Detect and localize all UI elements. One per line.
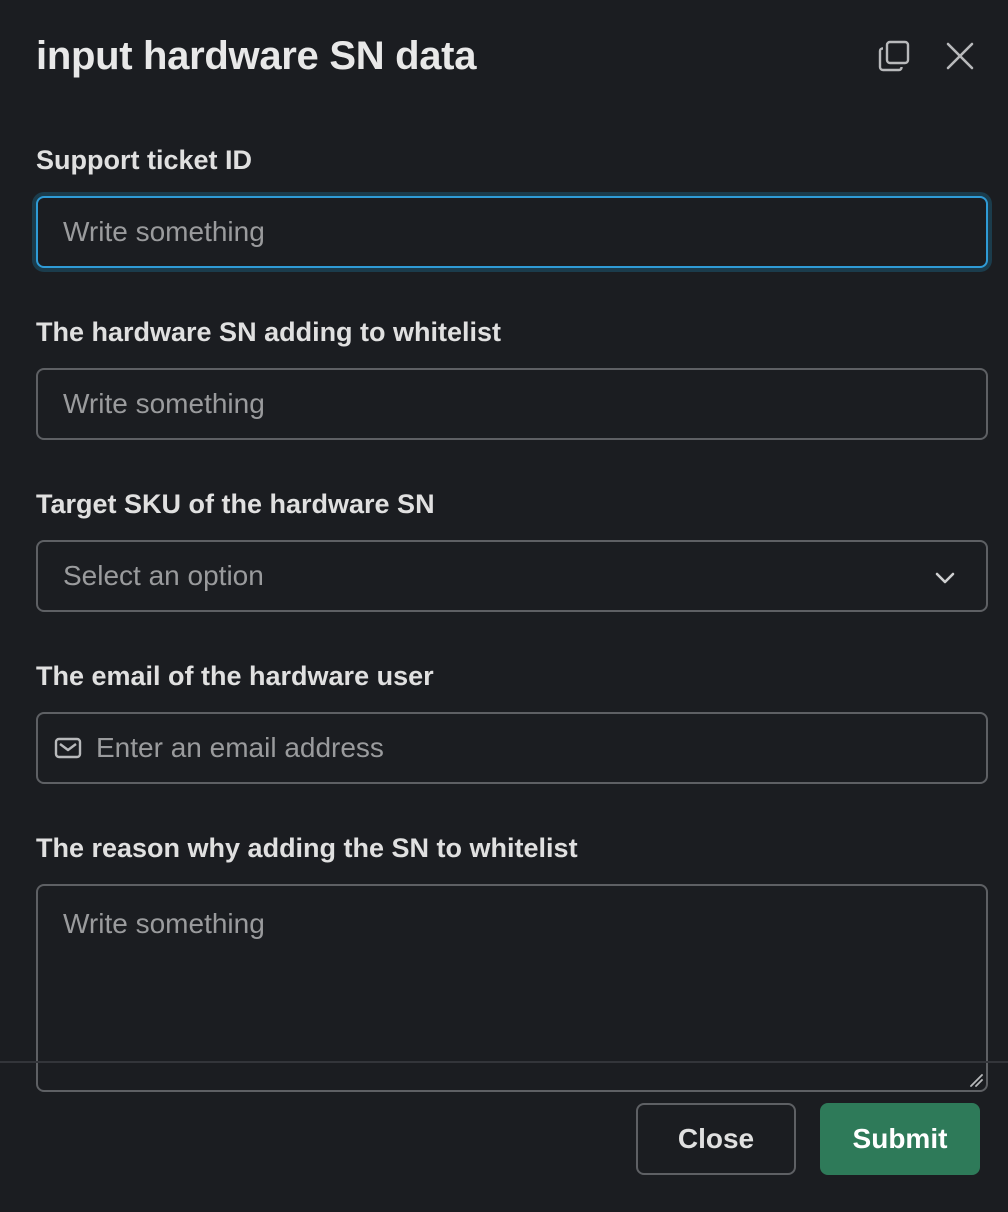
reason-field-group: The reason why adding the SN to whitelis… — [36, 828, 988, 1092]
sn-label: The hardware SN adding to whitelist — [36, 317, 502, 347]
modal-header: input hardware SN data — [36, 28, 980, 84]
email-placeholder: Enter an email address — [96, 732, 384, 763]
copy-window-icon[interactable] — [874, 36, 914, 76]
header-actions — [874, 36, 980, 76]
close-button[interactable]: Close — [636, 1103, 796, 1175]
reason-label: The reason why adding the SN to whitelis… — [36, 833, 578, 863]
chevron-down-icon — [934, 560, 956, 592]
modal-footer: Close Submit — [636, 1103, 980, 1175]
email-field-group: The email of the hardware user Enter an … — [36, 656, 988, 784]
email-label: The email of the hardware user — [36, 661, 434, 691]
sku-select[interactable]: Select an option — [36, 540, 988, 612]
modal-title: input hardware SN data — [36, 33, 477, 78]
close-icon[interactable] — [940, 36, 980, 76]
submit-button[interactable]: Submit — [820, 1103, 980, 1175]
sku-placeholder: Select an option — [63, 560, 264, 591]
ticket-label: Support ticket ID — [36, 145, 253, 175]
modal-dialog: input hardware SN data Support ticket ID… — [0, 0, 1008, 1212]
ticket-id-input[interactable]: Write something — [36, 196, 988, 268]
ticket-placeholder: Write something — [63, 216, 265, 247]
modal-body: Support ticket ID Write something The ha… — [36, 140, 988, 1092]
reason-placeholder: Write something — [63, 908, 265, 939]
sn-field-group: The hardware SN adding to whitelist Writ… — [36, 312, 988, 440]
sku-field-group: Target SKU of the hardware SN Select an … — [36, 484, 988, 612]
sku-label: Target SKU of the hardware SN — [36, 489, 435, 519]
sn-placeholder: Write something — [63, 388, 265, 419]
mail-icon — [54, 736, 82, 760]
footer-divider — [0, 1061, 1008, 1063]
ticket-field-group: Support ticket ID Write something — [36, 140, 988, 268]
hardware-sn-input[interactable]: Write something — [36, 368, 988, 440]
email-field[interactable]: Enter an email address — [36, 712, 988, 784]
resize-handle-icon[interactable] — [969, 1073, 983, 1087]
